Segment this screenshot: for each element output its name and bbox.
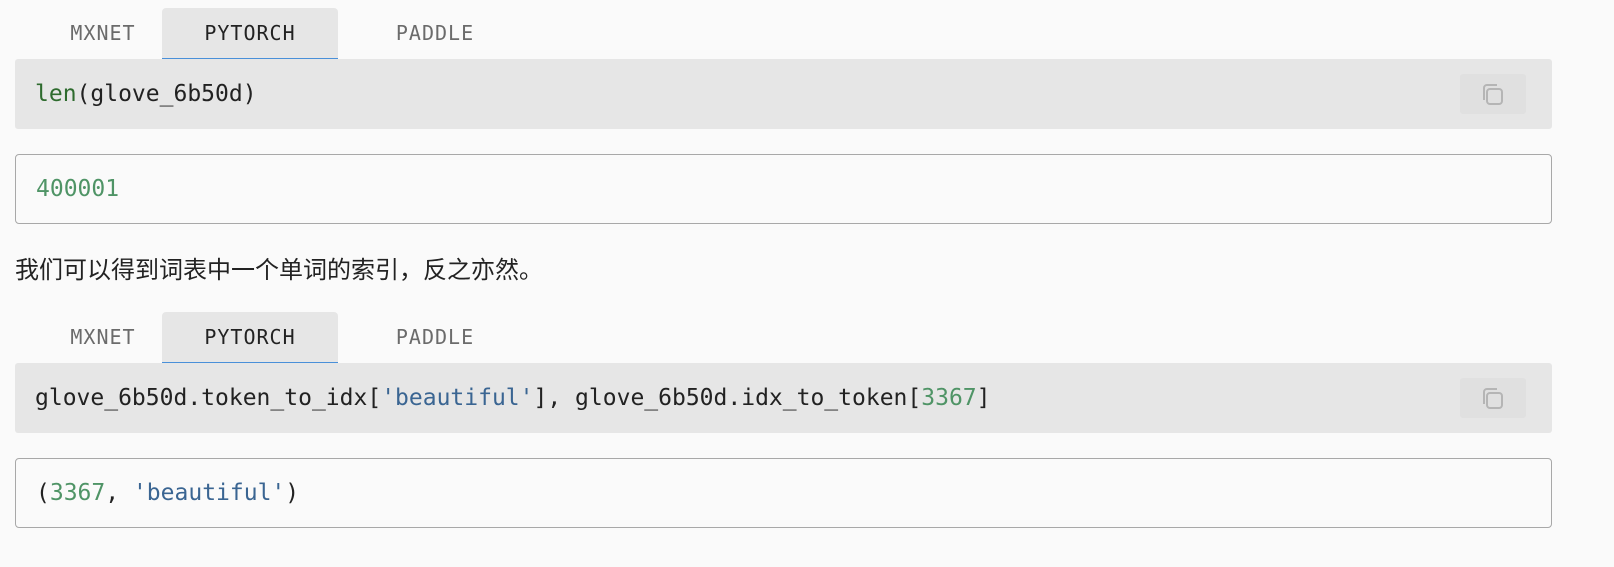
code-string: 'beautiful': [381, 385, 534, 411]
output-paren: (: [36, 480, 50, 506]
tab-paddle-1[interactable]: PADDLE: [355, 8, 515, 61]
code-text-1: len(glove_6b50d): [35, 81, 257, 107]
code-segment: glove_6b50d.token_to_idx[: [35, 385, 382, 411]
code-builtin: len: [35, 81, 77, 107]
code-cell-2: glove_6b50d.token_to_idx['beautiful'], g…: [15, 363, 1552, 433]
paragraph-text: 我们可以得到词表中一个单词的索引，反之亦然。: [15, 256, 543, 284]
code-number: 3367: [921, 385, 977, 411]
tab-paddle-2[interactable]: PADDLE: [355, 312, 515, 365]
tab-mxnet-2[interactable]: MXNET: [38, 312, 168, 365]
tab-bar-2: MXNET PYTORCH PADDLE: [15, 312, 1552, 365]
tab-mxnet-1[interactable]: MXNET: [38, 8, 168, 61]
copy-icon: [1483, 84, 1503, 105]
copy-button-1[interactable]: [1460, 74, 1526, 114]
copy-button-2[interactable]: [1460, 378, 1526, 418]
copy-icon: [1483, 388, 1503, 409]
output-cell-2: (3367, 'beautiful'): [15, 458, 1552, 528]
output-number: 3367: [49, 480, 106, 506]
tab-pytorch-2[interactable]: PYTORCH: [162, 312, 338, 365]
code-text-2: glove_6b50d.token_to_idx['beautiful'], g…: [35, 385, 991, 411]
output-text-2: (3367, 'beautiful'): [36, 480, 299, 506]
output-cell-1: 400001: [15, 154, 1552, 224]
code-tabs-1: MXNET PYTORCH PADDLE: [15, 8, 1552, 61]
code-args: (glove_6b50d): [76, 81, 257, 107]
output-number: 400001: [36, 176, 120, 202]
code-tabs-2: MXNET PYTORCH PADDLE: [15, 312, 1552, 365]
code-cell-1: len(glove_6b50d): [15, 59, 1552, 129]
tab-bar-1: MXNET PYTORCH PADDLE: [15, 8, 1552, 61]
output-text-1: 400001: [36, 176, 119, 202]
code-segment: ], glove_6b50d.idx_to_token[: [533, 385, 922, 411]
output-paren: ): [285, 480, 300, 506]
tab-pytorch-1[interactable]: PYTORCH: [162, 8, 338, 61]
code-segment: ]: [976, 385, 991, 411]
output-string: 'beautiful': [132, 480, 286, 506]
output-separator: ,: [105, 480, 133, 506]
